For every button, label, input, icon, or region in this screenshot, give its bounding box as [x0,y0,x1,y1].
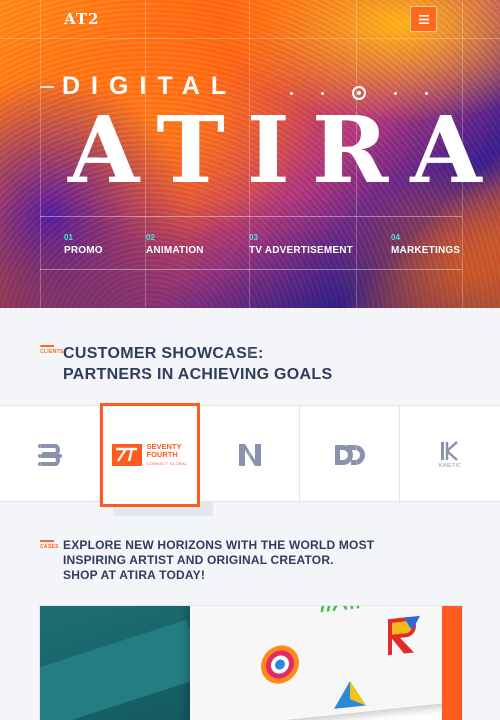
slider-dot[interactable] [394,91,397,95]
service-label: MARKETINGS [391,245,461,256]
cases-headline: EXPLORE NEW HORIZONS WITH THE WORLD MOST… [63,538,374,583]
service-number: 04 [391,233,400,242]
service-promo[interactable]: 01 PROMO [64,233,103,256]
r-logo-icon [388,615,420,656]
seventy-fourth-logo-icon [112,444,143,466]
tag-bar [40,345,54,347]
section-tag-cases: CASES [40,540,59,550]
slider-dot[interactable] [290,91,293,95]
services-nav: 01 PROMO 02 ANIMATION 03 TV ADVERTISEMEN… [40,216,462,270]
logo-name: KINETIC [438,462,462,469]
seventy-fourth-lockup: SEVENTY FOURTH CONNECT GLOBAL [112,442,188,468]
headline-line: CUSTOMER SHOWCASE: [63,345,264,362]
section-tag-label: CASES [40,544,59,550]
service-number: 03 [249,233,258,242]
section-tag-clients: CLIENTS [40,345,64,355]
tag-bar [40,540,54,542]
headline-line: INSPIRING ARTIST AND ORIGINAL CREATOR. [63,553,334,567]
grid-line [0,38,500,39]
service-animation[interactable]: 02 ANIMATION [146,233,204,256]
headline-line: PARTNERS IN ACHIEVING GOALS [63,366,333,383]
grid-line [462,0,463,500]
fingerprint-logo-icon [320,606,360,613]
service-number: 01 [64,233,73,242]
hero-title: ATIRA [68,96,500,204]
accent-strip [442,606,462,720]
dd-logo-icon [334,444,365,465]
kinetic-logo-icon [441,440,458,461]
service-number: 02 [146,233,155,242]
client-logo-n[interactable] [200,406,300,503]
service-label: PROMO [64,245,103,256]
logo-name-line: FOURTH [146,449,178,459]
hamburger-icon [418,14,429,24]
client-logo-kinetic[interactable]: KINETIC [400,406,500,503]
service-label: TV ADVERTISEMENT [249,245,353,256]
eyebrow-dash [40,86,54,88]
headline-line: SHOP AT ATIRA TODAY! [63,568,206,582]
triangle-logo-icon [334,681,366,709]
seventy-fourth-name: SEVENTY FOURTH CONNECT GLOBAL [146,442,188,468]
case-showcase-image[interactable] [40,606,462,720]
target-logo-icon [261,645,299,684]
client-logo-seventy-fourth[interactable]: SEVENTY FOURTH CONNECT GLOBAL [100,403,200,507]
customers-headline: CUSTOMER SHOWCASE: PARTNERS IN ACHIEVING… [63,343,332,385]
section-tag-label: CLIENTS [40,349,64,355]
client-logo-row: SEVENTY FOURTH CONNECT GLOBAL KINETIC [0,403,500,507]
brand-book-mockup [190,606,460,720]
slider-dot[interactable] [425,91,428,95]
headline-line: EXPLORE NEW HORIZONS WITH THE WORLD MOST [63,538,375,552]
client-logo-ss[interactable] [0,406,100,503]
client-logo-dd[interactable] [300,406,400,503]
teal-background [40,606,190,720]
service-tv-advertisement[interactable]: 03 TV ADVERTISEMENT [249,233,353,256]
logo-tagline: CONNECT GLOBAL [146,460,188,466]
service-marketings[interactable]: 04 MARKETINGS [391,233,460,256]
slider-dot[interactable] [321,91,324,95]
menu-button[interactable] [410,6,437,32]
kinetic-lockup: KINETIC [438,440,462,469]
service-label: ANIMATION [146,245,204,256]
site-logo[interactable]: AT2 [64,10,99,28]
